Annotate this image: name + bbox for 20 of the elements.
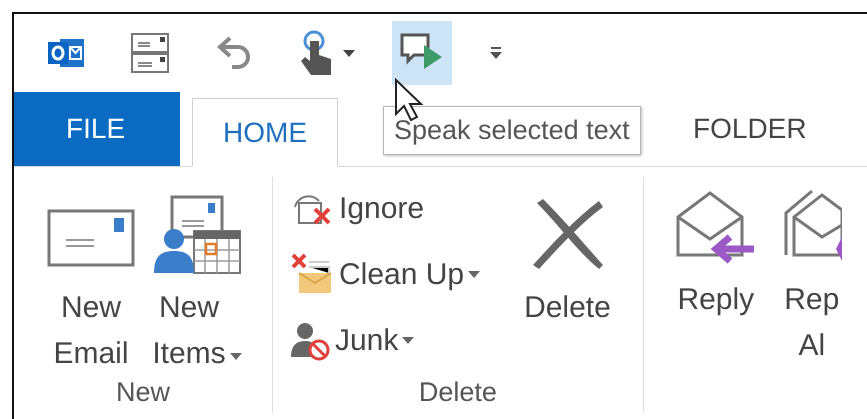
- file-tab[interactable]: FILE: [14, 92, 180, 166]
- ribbon-tab[interactable]: HOME: [192, 98, 338, 167]
- ribbon-button[interactable]: Rep Al: [774, 177, 850, 369]
- ribbon-tab[interactable]: FOLDER: [663, 92, 837, 166]
- tooltip: Speak selected text: [383, 106, 641, 155]
- caret-icon: [342, 48, 356, 58]
- ribbon-button[interactable]: New Email: [38, 191, 144, 377]
- group-label: Delete: [418, 377, 498, 409]
- group-label: New: [114, 377, 171, 409]
- ribbon-button[interactable]: Junk: [291, 311, 480, 371]
- toolbar-button[interactable]: [392, 21, 452, 85]
- ribbon-button[interactable]: Reply: [666, 177, 766, 323]
- envelopes-icon: [128, 31, 172, 75]
- caret-icon: [488, 45, 504, 61]
- envelope-icon: [46, 208, 136, 268]
- ribbon-button[interactable]: Ignore: [291, 179, 480, 239]
- ribbon-button[interactable]: New Items: [144, 191, 250, 377]
- ribbon-button[interactable]: Clean Up: [291, 245, 480, 305]
- ribbon-button[interactable]: Delete: [516, 177, 619, 331]
- person-blocked-icon: [291, 321, 331, 361]
